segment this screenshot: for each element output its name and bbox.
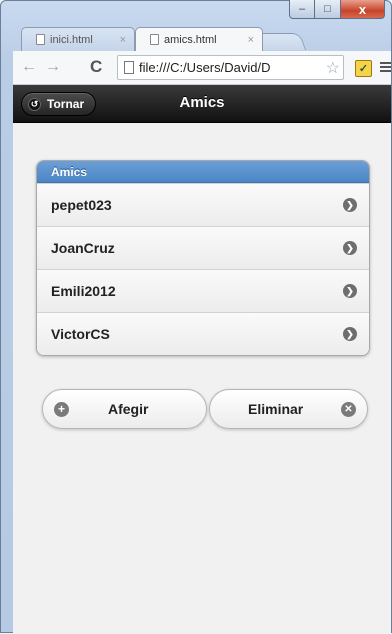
add-button-label: Afegir [108,401,149,417]
tab-label: amics.html [164,33,217,46]
list-divider: Amics [37,161,369,183]
tab-inici[interactable]: inici.html × [21,27,135,51]
tab-close-icon[interactable]: × [120,34,126,46]
page-viewport: ↺ Tornar Amics Amics pepet023 ❯ JoanCruz… [13,85,391,634]
chevron-right-icon: ❯ [343,241,357,255]
list-item[interactable]: pepet023 ❯ [37,183,369,226]
tab-label: inici.html [50,33,93,46]
close-icon: x [358,1,367,17]
friends-list: Amics pepet023 ❯ JoanCruz ❯ Emili2012 ❯ … [36,160,370,356]
hamburger-menu-icon[interactable] [380,62,391,74]
page-title: Amics [179,94,225,111]
delete-button[interactable]: Eliminar ✕ [209,389,368,429]
page-icon [124,61,134,74]
arrow-right-icon[interactable]: → [45,58,61,76]
plus-icon: + [54,402,69,417]
tab-amics[interactable]: amics.html × [135,27,263,51]
list-item[interactable]: VictorCS ❯ [37,312,369,355]
maximize-icon: □ [324,3,331,15]
star-icon[interactable]: ☆ [323,58,340,78]
list-item[interactable]: Emili2012 ❯ [37,269,369,312]
reload-icon[interactable]: C [90,57,102,77]
maximize-button[interactable]: □ [315,0,341,19]
list-item-label: VictorCS [51,326,110,342]
chevron-right-icon: ❯ [343,327,357,341]
window-controls: – □ x [289,0,385,20]
file-icon [150,34,159,45]
address-bar[interactable]: file:///C:/Users/David/D ☆ [117,55,344,80]
close-window-button[interactable]: x [341,0,385,19]
page-header: ↺ Tornar Amics [13,85,391,123]
chevron-right-icon: ❯ [343,284,357,298]
browser-toolbar: ← → C file:///C:/Users/David/D ☆ ✓ [13,51,391,85]
extension-icon[interactable]: ✓ [355,60,372,77]
add-button[interactable]: + Afegir [42,389,207,429]
tab-strip: inici.html × amics.html × [21,27,321,51]
minimize-icon: – [298,3,306,15]
tab-close-icon[interactable]: × [248,34,254,46]
list-item[interactable]: JoanCruz ❯ [37,226,369,269]
address-text: file:///C:/Users/David/D [139,60,271,75]
list-item-label: JoanCruz [51,240,115,256]
file-icon [36,34,45,45]
new-tab-button[interactable] [255,33,307,50]
arrow-left-icon[interactable]: ← [21,58,37,76]
delete-icon: ✕ [341,402,356,417]
list-item-label: Emili2012 [51,283,116,299]
minimize-button[interactable]: – [289,0,315,19]
chevron-right-icon: ❯ [343,198,357,212]
browser-window: – □ x inici.html × amics.html × ← → C fi… [0,0,392,634]
delete-button-label: Eliminar [248,401,304,417]
list-item-label: pepet023 [51,197,112,213]
